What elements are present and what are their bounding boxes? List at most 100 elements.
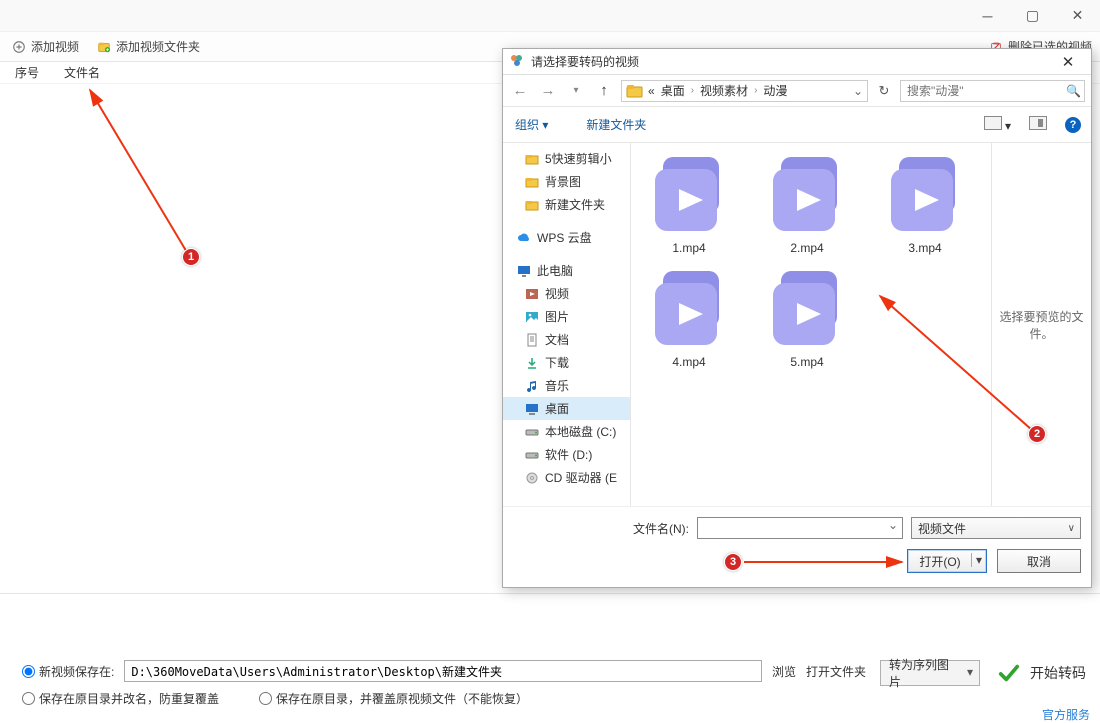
sequence-image-combo[interactable]: 转为序列图片 (880, 660, 980, 686)
add-video-label: 添加视频 (31, 38, 79, 55)
video-thumb-icon (765, 153, 849, 237)
tree-item-d-drive[interactable]: 软件 (D:) (503, 443, 630, 466)
new-folder-button[interactable]: 新建文件夹 (586, 116, 646, 133)
file-name-label: 5.mp4 (790, 355, 823, 369)
save-rename-radio[interactable]: 保存在原目录并改名，防重复覆盖 (22, 690, 219, 707)
drive-icon (525, 425, 539, 439)
dialog-bottom: 文件名(N): ⌄ 视频文件 打开(O) 取消 (503, 506, 1091, 587)
save-path-input[interactable] (124, 660, 762, 682)
official-service-link[interactable]: 官方服务 (1042, 706, 1090, 723)
dialog-command-row: 组织 ▾ 新建文件夹 ▾ ? (503, 107, 1091, 143)
dialog-close-button[interactable]: ✕ (1051, 53, 1085, 71)
tree-item-quick[interactable]: 5快速剪辑小 (503, 147, 630, 170)
file-name-label: 2.mp4 (790, 241, 823, 255)
save-to-new-radio[interactable]: 新视频保存在: (22, 663, 114, 680)
annotation-badge-3: 3 (724, 553, 742, 571)
refresh-button[interactable]: ↻ (874, 83, 894, 99)
up-button[interactable]: ↑ (593, 82, 615, 99)
tree-item-wps[interactable]: WPS 云盘 (503, 226, 630, 249)
help-icon[interactable]: ? (1065, 117, 1081, 133)
browse-button[interactable]: 浏览 (772, 663, 796, 680)
file-open-dialog: 请选择要转码的视频 ✕ ← → ▾ ↑ « 桌面 › 视频素材 › 动漫 ⌄ ↻… (502, 48, 1092, 588)
folder-icon (626, 82, 644, 100)
breadcrumb-seg-3[interactable]: 动漫 (761, 82, 789, 99)
cd-icon (525, 471, 539, 485)
search-box[interactable]: 🔍 (900, 80, 1085, 102)
breadcrumb-prefix: « (646, 84, 657, 98)
view-mode-button[interactable]: ▾ (984, 116, 1011, 133)
folder-plus-icon (97, 40, 111, 54)
sequence-image-label: 转为序列图片 (889, 656, 955, 690)
drive-icon (525, 448, 539, 462)
tree-item-desktop[interactable]: 桌面 (503, 397, 630, 420)
tree-item-pictures[interactable]: 图片 (503, 305, 630, 328)
open-folder-button[interactable]: 打开文件夹 (806, 663, 866, 680)
recent-menu[interactable]: ▾ (565, 85, 587, 96)
col-seq[interactable]: 序号 (0, 64, 60, 81)
dialog-title: 请选择要转码的视频 (531, 53, 1045, 70)
start-transcode-label: 开始转码 (1030, 663, 1086, 683)
download-icon (525, 356, 539, 370)
preview-pane: 选择要预览的文件。 (991, 143, 1091, 506)
files-area: 1.mp4 2.mp4 3.mp4 4.mp4 5.mp4 选择要预览的文件。 (631, 143, 1091, 506)
window-titlebar: ─ ▢ ✕ (0, 0, 1100, 32)
tree-item-docs[interactable]: 文档 (503, 328, 630, 351)
video-thumb-icon (647, 153, 731, 237)
folder-icon (525, 175, 539, 189)
docs-icon (525, 333, 539, 347)
forward-button[interactable]: → (537, 82, 559, 99)
tree-item-cd-drive[interactable]: CD 驱动器 (E (503, 466, 630, 489)
breadcrumb-seg-1[interactable]: 桌面 (659, 82, 687, 99)
preview-pane-button[interactable] (1029, 116, 1047, 133)
maximize-button[interactable]: ▢ (1010, 0, 1055, 31)
open-button[interactable]: 打开(O) (907, 549, 987, 573)
chevron-right-icon: › (752, 85, 759, 96)
filename-input[interactable]: ⌄ (697, 517, 903, 539)
bottom-panel: 新视频保存在: 浏览 打开文件夹 保存在原目录并改名，防重复覆盖 保存在原目录，… (0, 660, 1100, 707)
preview-hint: 选择要预览的文件。 (996, 308, 1087, 342)
start-transcode-button[interactable]: 开始转码 (998, 662, 1086, 684)
search-input[interactable] (907, 84, 1062, 98)
tree-item-bg[interactable]: 背景图 (503, 170, 630, 193)
nav-tree[interactable]: 5快速剪辑小 背景图 新建文件夹 WPS 云盘 此电脑 视频 (503, 143, 631, 506)
breadcrumb-seg-2[interactable]: 视频素材 (698, 82, 750, 99)
file-grid[interactable]: 1.mp4 2.mp4 3.mp4 4.mp4 5.mp4 (631, 143, 991, 506)
add-video-button[interactable]: 添加视频 (12, 38, 79, 55)
close-button[interactable]: ✕ (1055, 0, 1100, 31)
filter-label: 视频文件 (918, 520, 966, 537)
tree-item-downloads[interactable]: 下载 (503, 351, 630, 374)
file-tile[interactable]: 4.mp4 (637, 267, 741, 369)
file-tile[interactable]: 3.mp4 (873, 153, 977, 255)
file-tile[interactable]: 5.mp4 (755, 267, 859, 369)
address-bar[interactable]: « 桌面 › 视频素材 › 动漫 ⌄ (621, 80, 868, 102)
tree-item-thispc[interactable]: 此电脑 (503, 259, 630, 282)
address-drop-icon[interactable]: ⌄ (853, 84, 863, 98)
save-overwrite-radio[interactable]: 保存在原目录，并覆盖原视频文件（不能恢复） (259, 690, 528, 707)
dialog-main: 5快速剪辑小 背景图 新建文件夹 WPS 云盘 此电脑 视频 (503, 143, 1091, 506)
file-tile[interactable]: 2.mp4 (755, 153, 859, 255)
dialog-nav-row: ← → ▾ ↑ « 桌面 › 视频素材 › 动漫 ⌄ ↻ 🔍 (503, 75, 1091, 107)
tree-item-newdir[interactable]: 新建文件夹 (503, 193, 630, 216)
minimize-button[interactable]: ─ (965, 0, 1010, 31)
chevron-right-icon: › (689, 85, 696, 96)
organize-menu[interactable]: 组织 ▾ (515, 116, 548, 133)
pc-icon (517, 264, 531, 278)
tree-item-c-drive[interactable]: 本地磁盘 (C:) (503, 420, 630, 443)
save-rename-label: 保存在原目录并改名，防重复覆盖 (39, 690, 219, 707)
file-name-label: 1.mp4 (672, 241, 705, 255)
file-tile[interactable]: 1.mp4 (637, 153, 741, 255)
annotation-badge-1: 1 (182, 248, 200, 266)
plus-circle-icon (12, 40, 26, 54)
tree-item-music[interactable]: 音乐 (503, 374, 630, 397)
filter-combo[interactable]: 视频文件 (911, 517, 1081, 539)
tree-item-video[interactable]: 视频 (503, 282, 630, 305)
pictures-icon (525, 310, 539, 324)
save-to-new-row: 新视频保存在: 浏览 打开文件夹 (22, 660, 866, 682)
add-folder-button[interactable]: 添加视频文件夹 (97, 38, 200, 55)
cancel-button[interactable]: 取消 (997, 549, 1081, 573)
video-thumb-icon (647, 267, 731, 351)
save-overwrite-label: 保存在原目录，并覆盖原视频文件（不能恢复） (276, 690, 528, 707)
add-folder-label: 添加视频文件夹 (116, 38, 200, 55)
back-button[interactable]: ← (509, 82, 531, 99)
save-to-new-label: 新视频保存在: (39, 663, 114, 680)
